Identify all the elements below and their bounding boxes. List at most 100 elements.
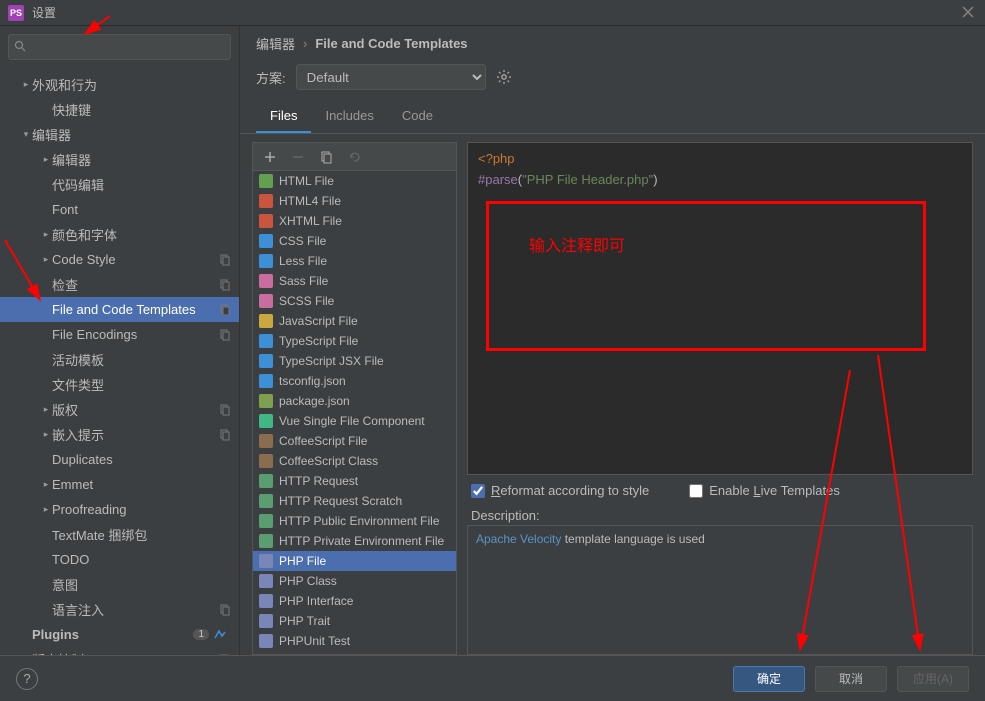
cancel-button[interactable]: 取消 xyxy=(815,666,887,692)
template-item[interactable]: PHP Class xyxy=(253,571,456,591)
scope-icon xyxy=(219,654,231,656)
template-item-label: TypeScript JSX File xyxy=(279,354,384,368)
template-file-pane: HTML FileHTML4 FileXHTML FileCSS FileLes… xyxy=(252,142,457,655)
template-item[interactable]: HTTP Request Scratch xyxy=(253,491,456,511)
sidebar-item-13[interactable]: ▸版权 xyxy=(0,397,239,422)
file-type-icon xyxy=(259,554,273,568)
template-item[interactable]: CoffeeScript Class xyxy=(253,451,456,471)
sidebar-item-1[interactable]: 快捷键 xyxy=(0,97,239,122)
template-item[interactable]: HTTP Request xyxy=(253,471,456,491)
template-item[interactable]: HTTP Private Environment File xyxy=(253,531,456,551)
sidebar-item-22[interactable]: Plugins1 xyxy=(0,622,239,647)
sidebar-item-16[interactable]: ▸Emmet xyxy=(0,472,239,497)
sidebar-item-label: 快捷键 xyxy=(52,100,231,119)
sidebar-item-17[interactable]: ▸Proofreading xyxy=(0,497,239,522)
template-item[interactable]: CSS File xyxy=(253,231,456,251)
file-type-icon xyxy=(259,194,273,208)
sidebar-item-21[interactable]: 语言注入 xyxy=(0,597,239,622)
sidebar-item-label: 语言注入 xyxy=(52,600,215,619)
sidebar-item-11[interactable]: 活动模板 xyxy=(0,347,239,372)
template-item[interactable]: Less File xyxy=(253,251,456,271)
template-item[interactable]: HTML4 File xyxy=(253,191,456,211)
apache-velocity-link[interactable]: Apache Velocity xyxy=(476,532,561,546)
tab-files[interactable]: Files xyxy=(256,100,311,133)
search-input[interactable] xyxy=(8,34,231,60)
sidebar-item-label: 编辑器 xyxy=(32,125,231,144)
reformat-checkbox[interactable]: Reformat according to style xyxy=(471,483,649,498)
sidebar-item-12[interactable]: 文件类型 xyxy=(0,372,239,397)
sidebar-item-0[interactable]: ▸外观和行为 xyxy=(0,72,239,97)
template-item-label: PHP File xyxy=(279,554,326,568)
sidebar-item-10[interactable]: File Encodings xyxy=(0,322,239,347)
settings-tree: ▸外观和行为快捷键▾编辑器▸编辑器代码编辑Font▸颜色和字体▸Code Sty… xyxy=(0,68,239,655)
template-item-label: SCSS File xyxy=(279,294,334,308)
template-item[interactable]: Vue Single File Component xyxy=(253,411,456,431)
sidebar-item-8[interactable]: 检查 xyxy=(0,272,239,297)
chevron-icon: ▸ xyxy=(40,154,52,165)
template-item[interactable]: PHP Interface xyxy=(253,591,456,611)
remove-icon[interactable] xyxy=(291,150,305,164)
template-item[interactable]: JavaScript File xyxy=(253,311,456,331)
file-type-icon xyxy=(259,394,273,408)
copy-icon[interactable] xyxy=(319,150,333,164)
template-item[interactable]: package.json xyxy=(253,391,456,411)
gear-icon[interactable] xyxy=(496,69,512,85)
file-type-icon xyxy=(259,454,273,468)
sidebar-item-5[interactable]: Font xyxy=(0,197,239,222)
template-item[interactable]: PHP Trait xyxy=(253,611,456,631)
sidebar-item-18[interactable]: TextMate 捆绑包 xyxy=(0,522,239,547)
template-item-label: CoffeeScript Class xyxy=(279,454,378,468)
template-item[interactable]: HTTP Public Environment File xyxy=(253,511,456,531)
template-item[interactable]: TypeScript JSX File xyxy=(253,351,456,371)
sidebar-item-19[interactable]: TODO xyxy=(0,547,239,572)
chevron-icon: ▸ xyxy=(40,479,52,490)
template-item-label: TypeScript File xyxy=(279,334,358,348)
template-item-label: HTTP Private Environment File xyxy=(279,534,444,548)
sidebar-item-7[interactable]: ▸Code Style xyxy=(0,247,239,272)
sidebar-item-20[interactable]: 意图 xyxy=(0,572,239,597)
template-item[interactable]: TypeScript File xyxy=(253,331,456,351)
description-box: Apache Velocity template language is use… xyxy=(467,525,973,655)
breadcrumb-root[interactable]: 编辑器 xyxy=(256,34,295,53)
description-label: Description: xyxy=(467,506,973,525)
template-item[interactable]: HTML File xyxy=(253,171,456,191)
template-item[interactable]: Sass File xyxy=(253,271,456,291)
sidebar-item-9[interactable]: File and Code Templates xyxy=(0,297,239,322)
app-icon: PS xyxy=(8,5,24,21)
settings-sidebar: ▸外观和行为快捷键▾编辑器▸编辑器代码编辑Font▸颜色和字体▸Code Sty… xyxy=(0,26,240,655)
code-token: ) xyxy=(653,172,657,187)
template-item[interactable]: CoffeeScript File xyxy=(253,431,456,451)
file-type-icon xyxy=(259,274,273,288)
sidebar-item-label: Font xyxy=(52,202,231,217)
sidebar-item-label: 意图 xyxy=(52,575,231,594)
sidebar-item-14[interactable]: ▸嵌入提示 xyxy=(0,422,239,447)
sidebar-item-15[interactable]: Duplicates xyxy=(0,447,239,472)
template-item-label: PHPUnit Test xyxy=(279,634,350,648)
sidebar-item-6[interactable]: ▸颜色和字体 xyxy=(0,222,239,247)
close-icon[interactable] xyxy=(961,5,975,19)
live-templates-checkbox[interactable]: Enable Live Templates xyxy=(689,483,840,498)
template-item[interactable]: tsconfig.json xyxy=(253,371,456,391)
sidebar-item-23[interactable]: ▸版本控制 xyxy=(0,647,239,655)
tab-includes[interactable]: Includes xyxy=(311,100,387,133)
sidebar-item-3[interactable]: ▸编辑器 xyxy=(0,147,239,172)
sidebar-item-2[interactable]: ▾编辑器 xyxy=(0,122,239,147)
sidebar-item-label: File and Code Templates xyxy=(52,302,215,317)
template-item[interactable]: PHPUnit Test xyxy=(253,631,456,651)
template-item[interactable]: XHTML File xyxy=(253,211,456,231)
scope-icon xyxy=(219,254,231,266)
scheme-select[interactable]: Default xyxy=(296,64,486,90)
template-item[interactable]: SCSS File xyxy=(253,291,456,311)
tab-code[interactable]: Code xyxy=(388,100,447,133)
ok-button[interactable]: 确定 xyxy=(733,666,805,692)
sidebar-item-4[interactable]: 代码编辑 xyxy=(0,172,239,197)
apply-button[interactable]: 应用(A) xyxy=(897,666,969,692)
add-icon[interactable] xyxy=(263,150,277,164)
help-icon[interactable]: ? xyxy=(16,668,38,690)
code-token: #parse xyxy=(478,172,518,187)
file-type-icon xyxy=(259,254,273,268)
undo-icon[interactable] xyxy=(347,150,361,164)
title-bar: PS 设置 xyxy=(0,0,985,26)
template-item[interactable]: PHP File xyxy=(253,551,456,571)
template-editor[interactable]: <?php #parse("PHP File Header.php") 输入注释… xyxy=(467,142,973,475)
